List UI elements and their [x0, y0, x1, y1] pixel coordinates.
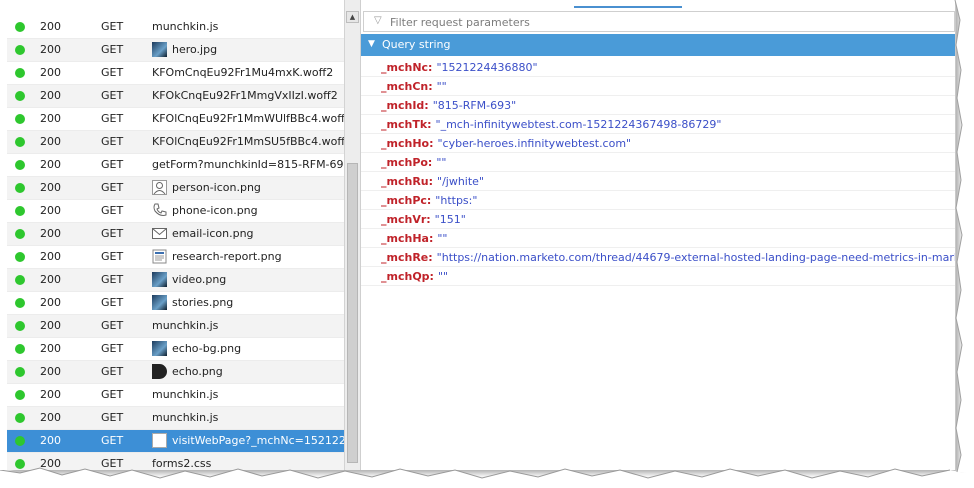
torn-edge-decoration — [0, 0, 974, 488]
